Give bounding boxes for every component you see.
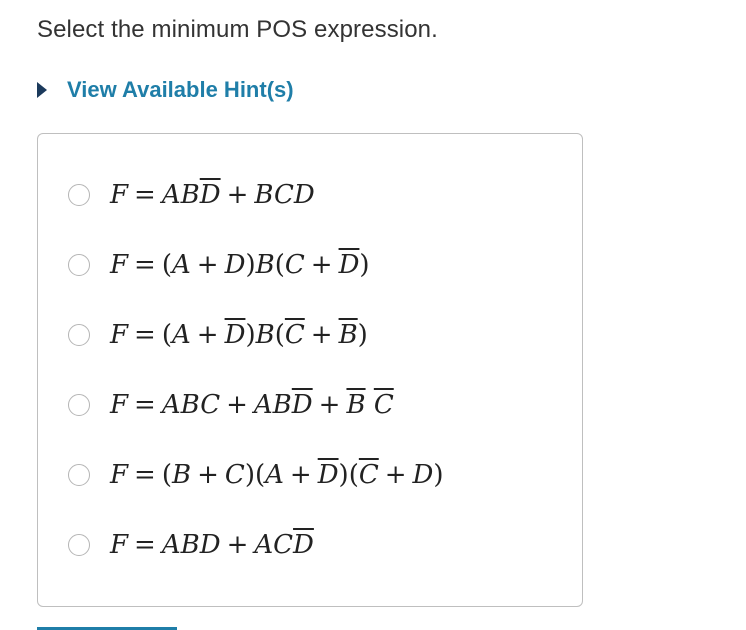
radio-button[interactable]	[68, 324, 90, 346]
radio-button[interactable]	[68, 184, 90, 206]
option-expression: F =(A + D) B(C + B)	[110, 320, 368, 350]
answer-option-3[interactable]: F =(A + D) B(C + B)	[68, 317, 368, 353]
option-expression: F =(A + D) B(C + D)	[110, 250, 370, 280]
radio-button[interactable]	[68, 534, 90, 556]
question-text: Select the minimum POS expression.	[37, 16, 438, 43]
answer-option-1[interactable]: F = AB D + BCD	[68, 177, 315, 213]
expand-arrow-icon	[37, 82, 47, 98]
answer-options-box: F = AB D + BCD F =(A + D) B(C + D) F =(A + D) B(C + B) F =…	[37, 133, 583, 607]
view-hints-label[interactable]: View Available Hint(s)	[67, 77, 294, 103]
answer-option-5[interactable]: F =(B + C)(A + D)(C + D)	[68, 457, 444, 493]
radio-button[interactable]	[68, 464, 90, 486]
option-expression: F = ABD + AC D	[110, 530, 314, 560]
option-expression: F = ABC + AB D + B C	[110, 390, 394, 420]
answer-option-2[interactable]: F =(A + D) B(C + D)	[68, 247, 370, 283]
answer-option-6[interactable]: F = ABD + AC D	[68, 527, 314, 563]
radio-button[interactable]	[68, 254, 90, 276]
answer-option-4[interactable]: F = ABC + AB D + B C	[68, 387, 394, 423]
option-expression: F =(B + C)(A + D)(C + D)	[110, 460, 444, 490]
view-hints-toggle[interactable]: View Available Hint(s)	[37, 77, 294, 103]
radio-button[interactable]	[68, 394, 90, 416]
option-expression: F = AB D + BCD	[110, 180, 315, 210]
